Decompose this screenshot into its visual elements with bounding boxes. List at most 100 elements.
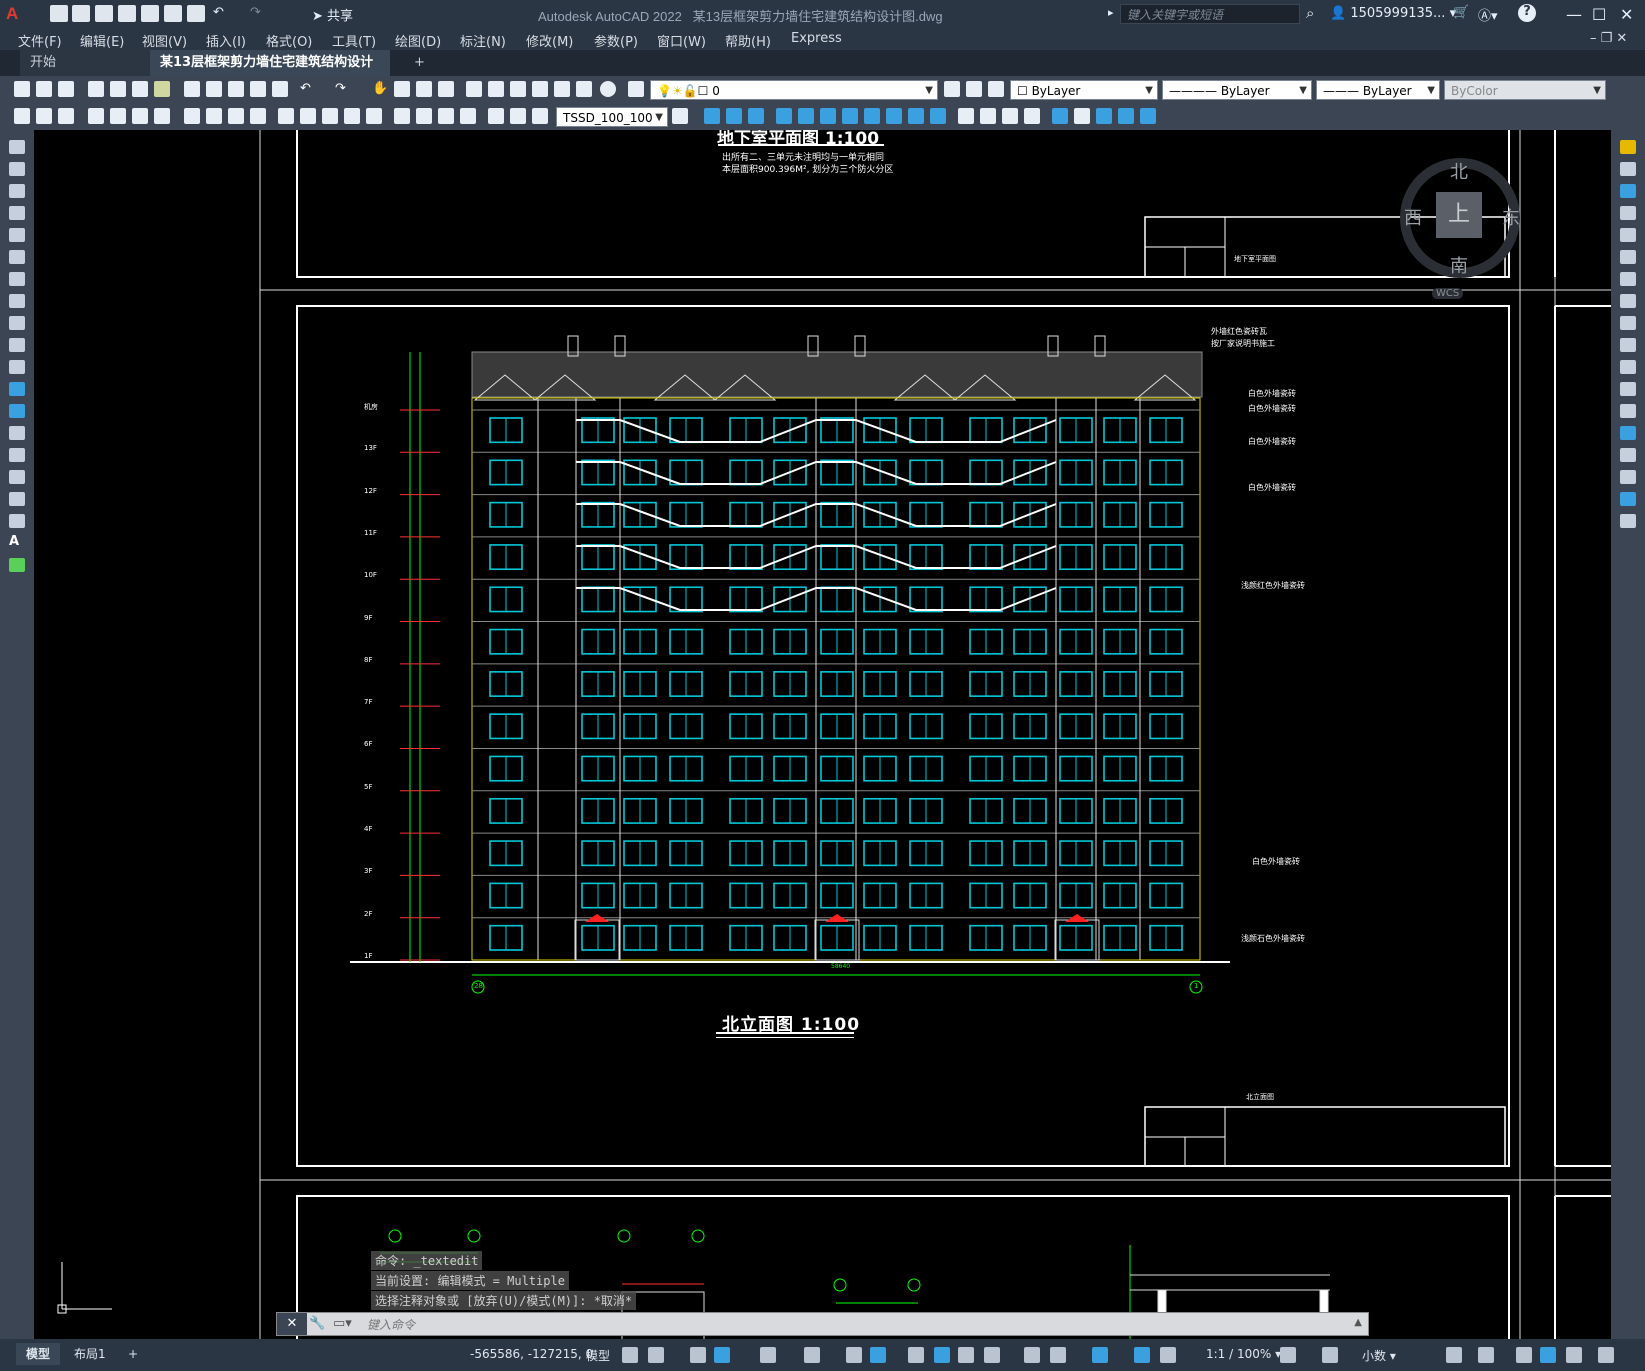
sheet-set-icon[interactable] — [532, 81, 548, 97]
menu-draw[interactable]: 绘图(D) — [395, 31, 441, 50]
linear-dim-icon[interactable] — [88, 108, 104, 124]
lineweight-icon[interactable] — [908, 1347, 924, 1363]
delete-faces-icon[interactable] — [842, 108, 858, 124]
tolerance-icon[interactable] — [394, 108, 410, 124]
cut-icon[interactable] — [184, 81, 200, 97]
shell-icon[interactable] — [1024, 108, 1040, 124]
search-expand-icon[interactable]: ▸ — [1108, 6, 1114, 19]
share-button[interactable]: ➤ 共享 — [312, 5, 353, 24]
publish-icon[interactable] — [132, 81, 148, 97]
match-properties-icon[interactable] — [250, 81, 266, 97]
dim-style-manager-icon[interactable] — [672, 108, 688, 124]
tab-start[interactable]: 开始 — [20, 50, 150, 76]
circle-icon[interactable] — [9, 272, 25, 286]
object-snap-tracking-icon[interactable] — [846, 1347, 862, 1363]
undo-icon[interactable]: ↶ — [213, 5, 231, 22]
cart-icon[interactable]: 🛒 — [1453, 5, 1469, 20]
zoom-previous-icon[interactable] — [438, 81, 454, 97]
dim-style-icon[interactable] — [36, 108, 52, 124]
maximize-button[interactable]: ☐ — [1592, 5, 1606, 24]
erase-icon[interactable] — [1620, 140, 1636, 154]
arc-length-icon[interactable] — [132, 108, 148, 124]
break-icon[interactable] — [1620, 404, 1636, 418]
point-icon[interactable] — [9, 426, 25, 440]
ellipse-arc-icon[interactable] — [9, 360, 25, 374]
copy-edges-icon[interactable] — [1096, 108, 1112, 124]
dim-space-icon[interactable] — [344, 108, 360, 124]
inspect-icon[interactable] — [438, 108, 454, 124]
3d-osnap-icon[interactable] — [984, 1347, 1000, 1363]
dim-break-icon[interactable] — [366, 108, 382, 124]
3d-dwf-icon[interactable] — [154, 81, 170, 97]
viewcube-east[interactable]: 东 — [1502, 204, 1520, 230]
isolate-objects-icon[interactable] — [1516, 1347, 1532, 1363]
copy-faces-icon[interactable] — [908, 108, 924, 124]
dim-edit-icon[interactable] — [488, 108, 504, 124]
stretch-icon[interactable] — [1620, 316, 1636, 330]
spline-icon[interactable] — [9, 316, 25, 330]
union-icon[interactable] — [704, 108, 720, 124]
viewcube-west[interactable]: 西 — [1404, 204, 1422, 230]
add-selected-icon[interactable] — [9, 558, 25, 572]
wcs-menu[interactable]: WCS — [1432, 288, 1464, 299]
calculator-icon[interactable] — [576, 81, 592, 97]
annotation-visibility-icon[interactable] — [1134, 1347, 1150, 1363]
autodesk-app-icon[interactable]: Ⓐ▾ — [1478, 5, 1498, 24]
object-snap-icon[interactable] — [870, 1347, 886, 1363]
move-icon[interactable] — [1620, 250, 1636, 264]
gradient-icon[interactable] — [9, 470, 25, 484]
break-at-point-icon[interactable] — [1620, 382, 1636, 396]
ordinate-dim-icon[interactable] — [154, 108, 170, 124]
aligned-dim-icon[interactable] — [110, 108, 126, 124]
isodraft-icon[interactable] — [804, 1347, 820, 1363]
new-file-icon[interactable] — [50, 5, 68, 22]
lock-icon[interactable]: 🔓 — [683, 84, 698, 98]
selection-cycling-icon[interactable] — [958, 1347, 974, 1363]
continue-dim-icon[interactable] — [322, 108, 338, 124]
save-tool-icon[interactable] — [58, 81, 74, 97]
tab-layout1[interactable]: 布局1 — [64, 1343, 116, 1365]
construction-line-icon[interactable] — [9, 162, 25, 176]
command-history-toggle-icon[interactable]: ▲ — [1354, 1317, 1362, 1328]
autocad-logo-icon[interactable]: A — [6, 4, 18, 24]
rotate-icon[interactable] — [1620, 272, 1636, 286]
ellipse-icon[interactable] — [9, 338, 25, 352]
lineweight-dropdown[interactable]: ——— ByLayer ▼ — [1316, 80, 1440, 100]
angular-dim-icon[interactable] — [250, 108, 266, 124]
table-icon[interactable] — [9, 514, 25, 528]
zoom-realtime-icon[interactable] — [394, 81, 410, 97]
open-icon[interactable] — [36, 81, 52, 97]
tab-model[interactable]: 模型 — [16, 1343, 61, 1365]
subtract-icon[interactable] — [726, 108, 742, 124]
revision-cloud-icon[interactable] — [9, 294, 25, 308]
doc-minimize-button[interactable]: – ❐ ✕ — [1590, 31, 1627, 46]
menu-parametric[interactable]: 参数(P) — [594, 31, 638, 50]
save-web-icon[interactable] — [164, 5, 182, 22]
menu-tools[interactable]: 工具(T) — [332, 31, 376, 50]
diameter-dim-icon[interactable] — [228, 108, 244, 124]
lock-ui-icon[interactable] — [1478, 1347, 1494, 1363]
extrude-faces-icon[interactable] — [776, 108, 792, 124]
units-dropdown[interactable]: 小数 ▾ — [1362, 1347, 1396, 1364]
pan-icon[interactable]: ✋ — [372, 81, 388, 97]
customize-icon[interactable]: 🔧 — [309, 1316, 325, 1331]
copy-object-icon[interactable] — [1620, 162, 1636, 176]
paste-icon[interactable] — [228, 81, 244, 97]
open-file-icon[interactable] — [72, 5, 90, 22]
infer-constraints-icon[interactable] — [690, 1347, 706, 1363]
rectangle-icon[interactable] — [9, 228, 25, 242]
annotation-scale[interactable]: 1:1 / 100% ▾ — [1206, 1347, 1281, 1361]
grid-icon[interactable] — [622, 1347, 638, 1363]
print-icon[interactable] — [88, 81, 104, 97]
clean-icon[interactable] — [980, 108, 996, 124]
center-mark-icon[interactable] — [416, 108, 432, 124]
search-input[interactable]: 键入关键字或短语 — [1120, 4, 1300, 24]
redo-tool-icon[interactable]: ↷ — [335, 81, 351, 97]
jogged-dim-icon[interactable] — [206, 108, 222, 124]
multiline-text-icon[interactable]: A — [9, 534, 25, 549]
recent-commands-icon[interactable]: ▭▾ — [333, 1316, 352, 1331]
arc-icon[interactable] — [9, 250, 25, 264]
blend-curves-icon[interactable] — [1620, 492, 1636, 506]
extract-edges-icon[interactable] — [1074, 108, 1090, 124]
qnew-icon[interactable] — [14, 81, 30, 97]
